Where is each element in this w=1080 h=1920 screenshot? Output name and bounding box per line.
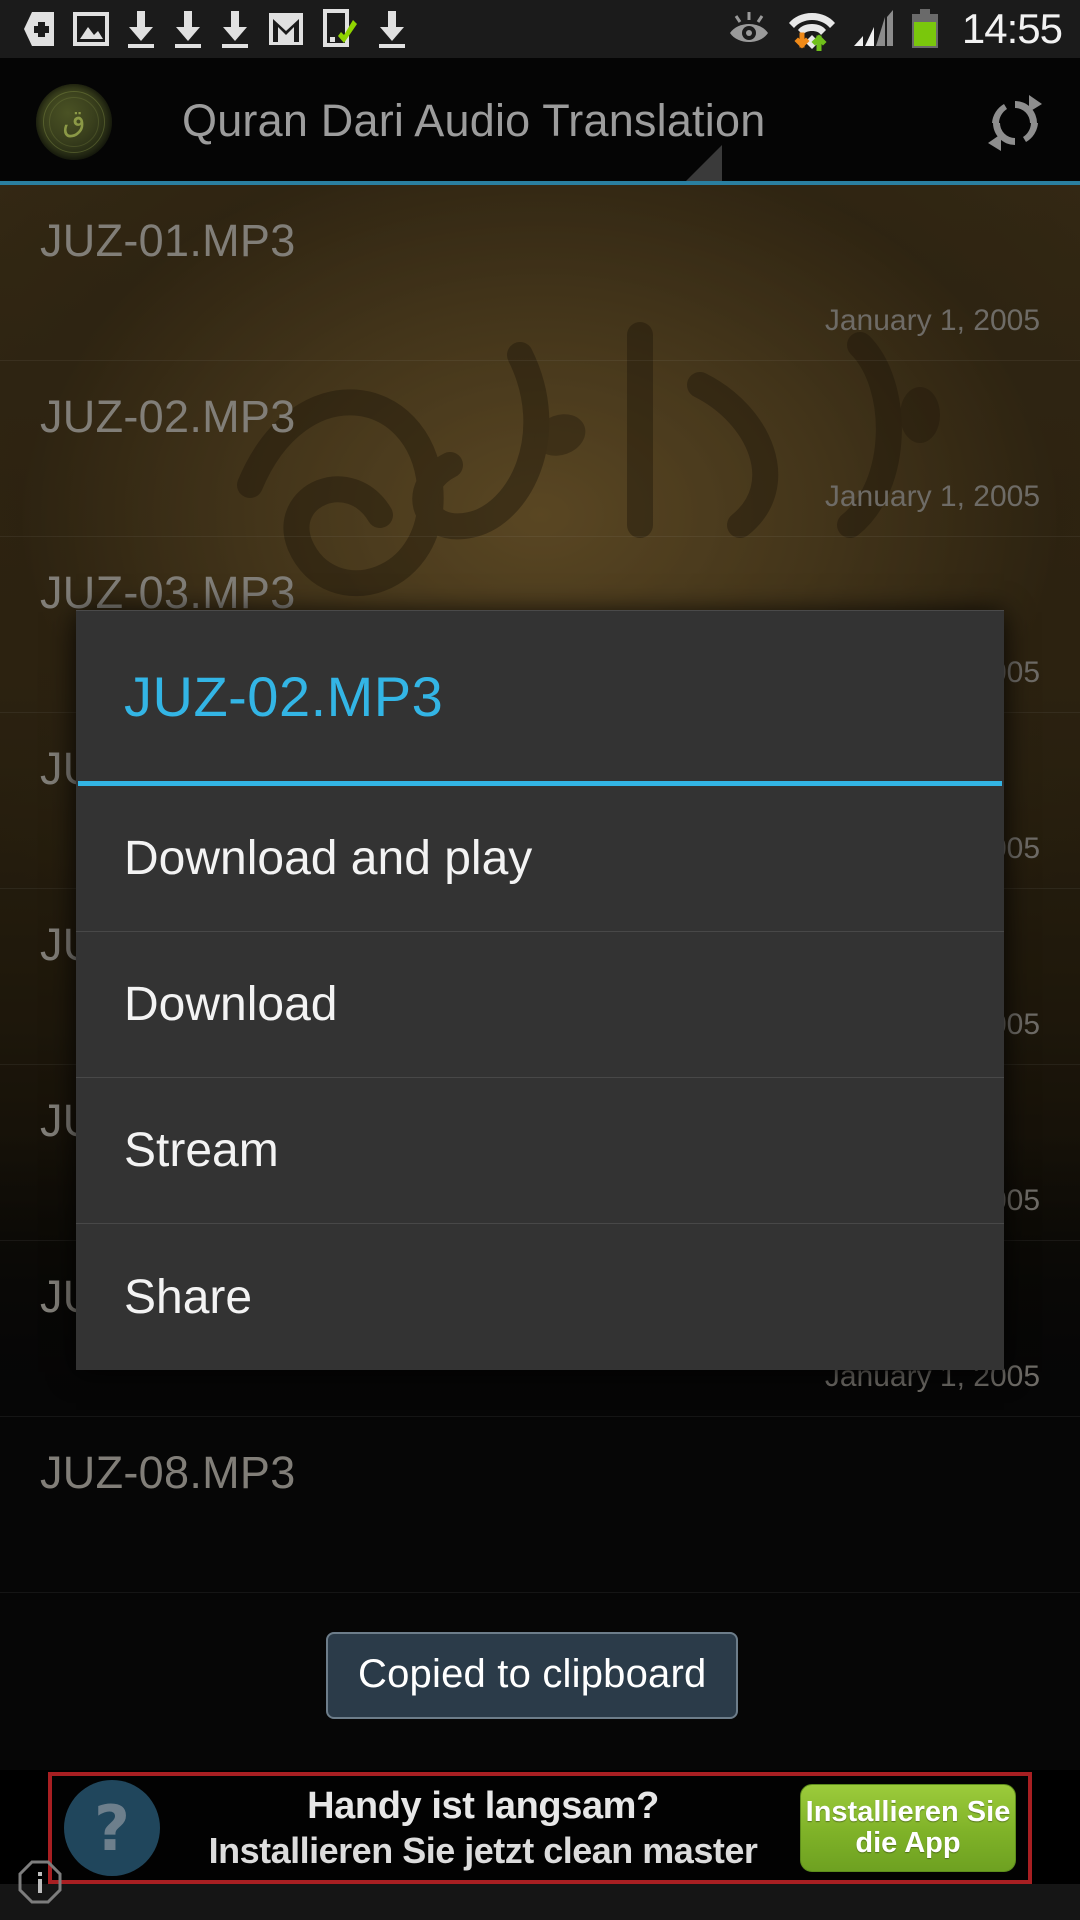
app-bar: ق Quran Dari Audio Translation	[0, 58, 1080, 183]
info-icon	[18, 1860, 62, 1904]
wifi-icon	[788, 13, 835, 51]
download-icon	[128, 11, 154, 48]
dialog-title: JUZ-02.MP3	[124, 664, 444, 728]
ad-cta-line2: die App	[855, 1827, 961, 1859]
corner-indicator	[684, 145, 722, 183]
page-title: Quran Dari Audio Translation	[182, 94, 766, 146]
ad-text: Handy ist langsam? Installieren Sie jetz…	[166, 1785, 800, 1872]
battery-icon	[911, 9, 938, 48]
signal-icon	[853, 10, 893, 46]
quran-app-icon: ق	[36, 84, 112, 160]
tag-plus-icon	[24, 12, 54, 46]
smart-stay-eye-icon	[729, 12, 768, 42]
ad-cta-line1: Installieren Sie	[805, 1795, 1011, 1828]
ad-icon: ?	[58, 1776, 166, 1880]
dialog-item-stream[interactable]: Stream	[76, 1078, 1004, 1224]
device-check-icon	[323, 9, 357, 47]
refresh-button[interactable]	[980, 88, 1050, 158]
appbar-accent-underline	[0, 181, 1080, 185]
dialog-item-download[interactable]: Download	[76, 932, 1004, 1078]
ad-headline: Handy ist langsam?	[307, 1784, 659, 1827]
ad-install-button[interactable]: Installieren Sie die App	[800, 1784, 1016, 1872]
dialog-item-download-and-play[interactable]: Download and play	[76, 786, 1004, 932]
ad-subline: Installieren Sie jetzt clean master	[208, 1829, 758, 1871]
status-bar: 14:55	[0, 0, 1080, 58]
phone-screen: 14:55 ق Quran Dari Audio Translation JUZ…	[0, 0, 1080, 1920]
system-nav-bar	[0, 1884, 1080, 1920]
download-icon	[379, 11, 405, 48]
status-bar-clock: 14:55	[961, 5, 1063, 52]
download-icon	[175, 11, 201, 48]
status-bar-left-icons	[0, 9, 726, 49]
ad-banner[interactable]: ? Handy ist langsam? Installieren Sie je…	[48, 1772, 1032, 1884]
status-bar-right-icons: 14:55	[726, 5, 1080, 53]
gmail-icon	[269, 13, 303, 45]
dialog-item-share[interactable]: Share	[76, 1224, 1004, 1370]
download-icon	[222, 11, 248, 48]
image-icon	[73, 12, 109, 46]
toast-message: Copied to clipboard	[326, 1632, 739, 1719]
file-action-dialog: JUZ-02.MP3 Download and play Download St…	[76, 610, 1004, 1370]
question-mark-icon: ?	[64, 1780, 160, 1876]
ad-info-button[interactable]	[14, 1856, 66, 1908]
refresh-icon	[988, 95, 1042, 151]
icon-glyph: ق	[62, 104, 86, 139]
